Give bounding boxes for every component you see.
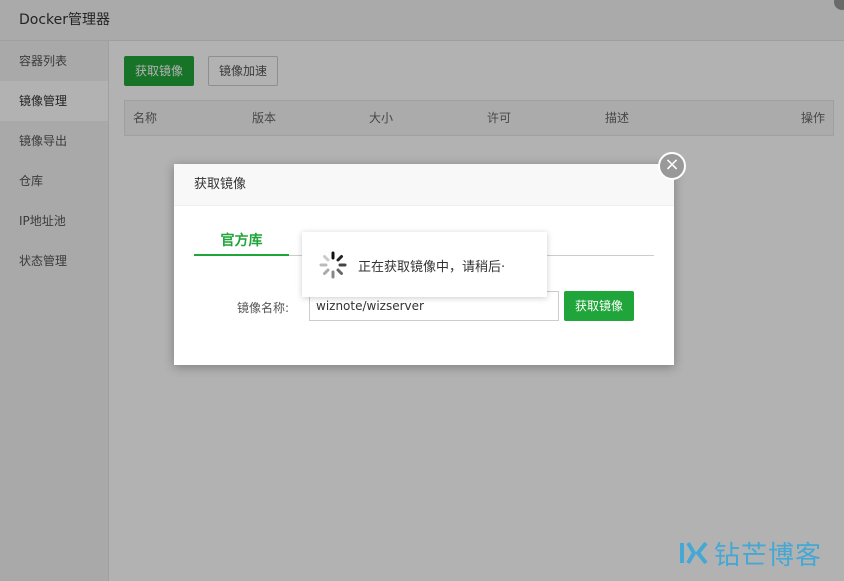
loading-toast: 正在获取镜像中，请稍后· <box>302 232 547 297</box>
loading-message: 正在获取镜像中，请稍后· <box>358 260 506 275</box>
dialog-title: 获取镜像 <box>174 164 674 206</box>
loading-spinner-icon <box>319 251 347 279</box>
watermark-text: 钻芒博客 <box>714 540 823 571</box>
tab-official-library[interactable]: 官方库 <box>194 230 289 256</box>
submit-pull-image-button[interactable]: 获取镜像 <box>564 291 635 321</box>
watermark: 钻芒博客 <box>678 536 823 571</box>
image-name-label: 镜像名称: <box>237 301 290 315</box>
watermark-logo-icon <box>680 541 708 565</box>
close-icon[interactable]: × <box>658 152 686 180</box>
